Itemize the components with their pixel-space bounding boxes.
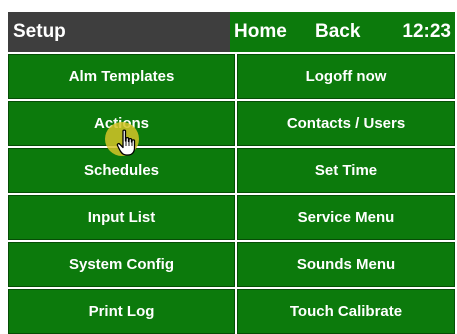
button-label: Contacts / Users [286, 115, 406, 132]
page-title: Setup [8, 12, 230, 52]
sounds-menu-button[interactable]: Sounds Menu [237, 242, 455, 287]
button-label: Actions [93, 115, 149, 132]
contacts-users-button[interactable]: Contacts / Users [237, 101, 455, 146]
back-button[interactable]: Back [315, 12, 360, 52]
clock-time: 12:23 [402, 21, 451, 42]
logoff-now-button[interactable]: Logoff now [237, 54, 455, 99]
service-menu-button[interactable]: Service Menu [237, 195, 455, 240]
button-label: Set Time [314, 162, 378, 179]
header-bar: Setup Home Back 12:23 [8, 12, 455, 52]
input-list-button[interactable]: Input List [8, 195, 235, 240]
home-button[interactable]: Home [234, 12, 287, 52]
button-label: System Config [68, 256, 174, 273]
button-label: Schedules [83, 162, 160, 179]
print-log-button[interactable]: Print Log [8, 289, 235, 334]
actions-button[interactable]: Actions [8, 101, 235, 146]
button-label: Alm Templates [68, 68, 175, 85]
button-label: Input List [87, 209, 156, 226]
alm-templates-button[interactable]: Alm Templates [8, 54, 235, 99]
button-label: Sounds Menu [296, 256, 396, 273]
set-time-button[interactable]: Set Time [237, 148, 455, 193]
schedules-button[interactable]: Schedules [8, 148, 235, 193]
button-label: Service Menu [297, 209, 395, 226]
touch-calibrate-button[interactable]: Touch Calibrate [237, 289, 455, 334]
button-label: Logoff now [305, 68, 387, 85]
setup-screen: Setup Home Back 12:23 Alm Templates Logo… [8, 12, 455, 334]
header-nav: Home Back 12:23 [230, 12, 455, 52]
button-label: Touch Calibrate [289, 303, 403, 320]
button-label: Print Log [88, 303, 155, 320]
system-config-button[interactable]: System Config [8, 242, 235, 287]
